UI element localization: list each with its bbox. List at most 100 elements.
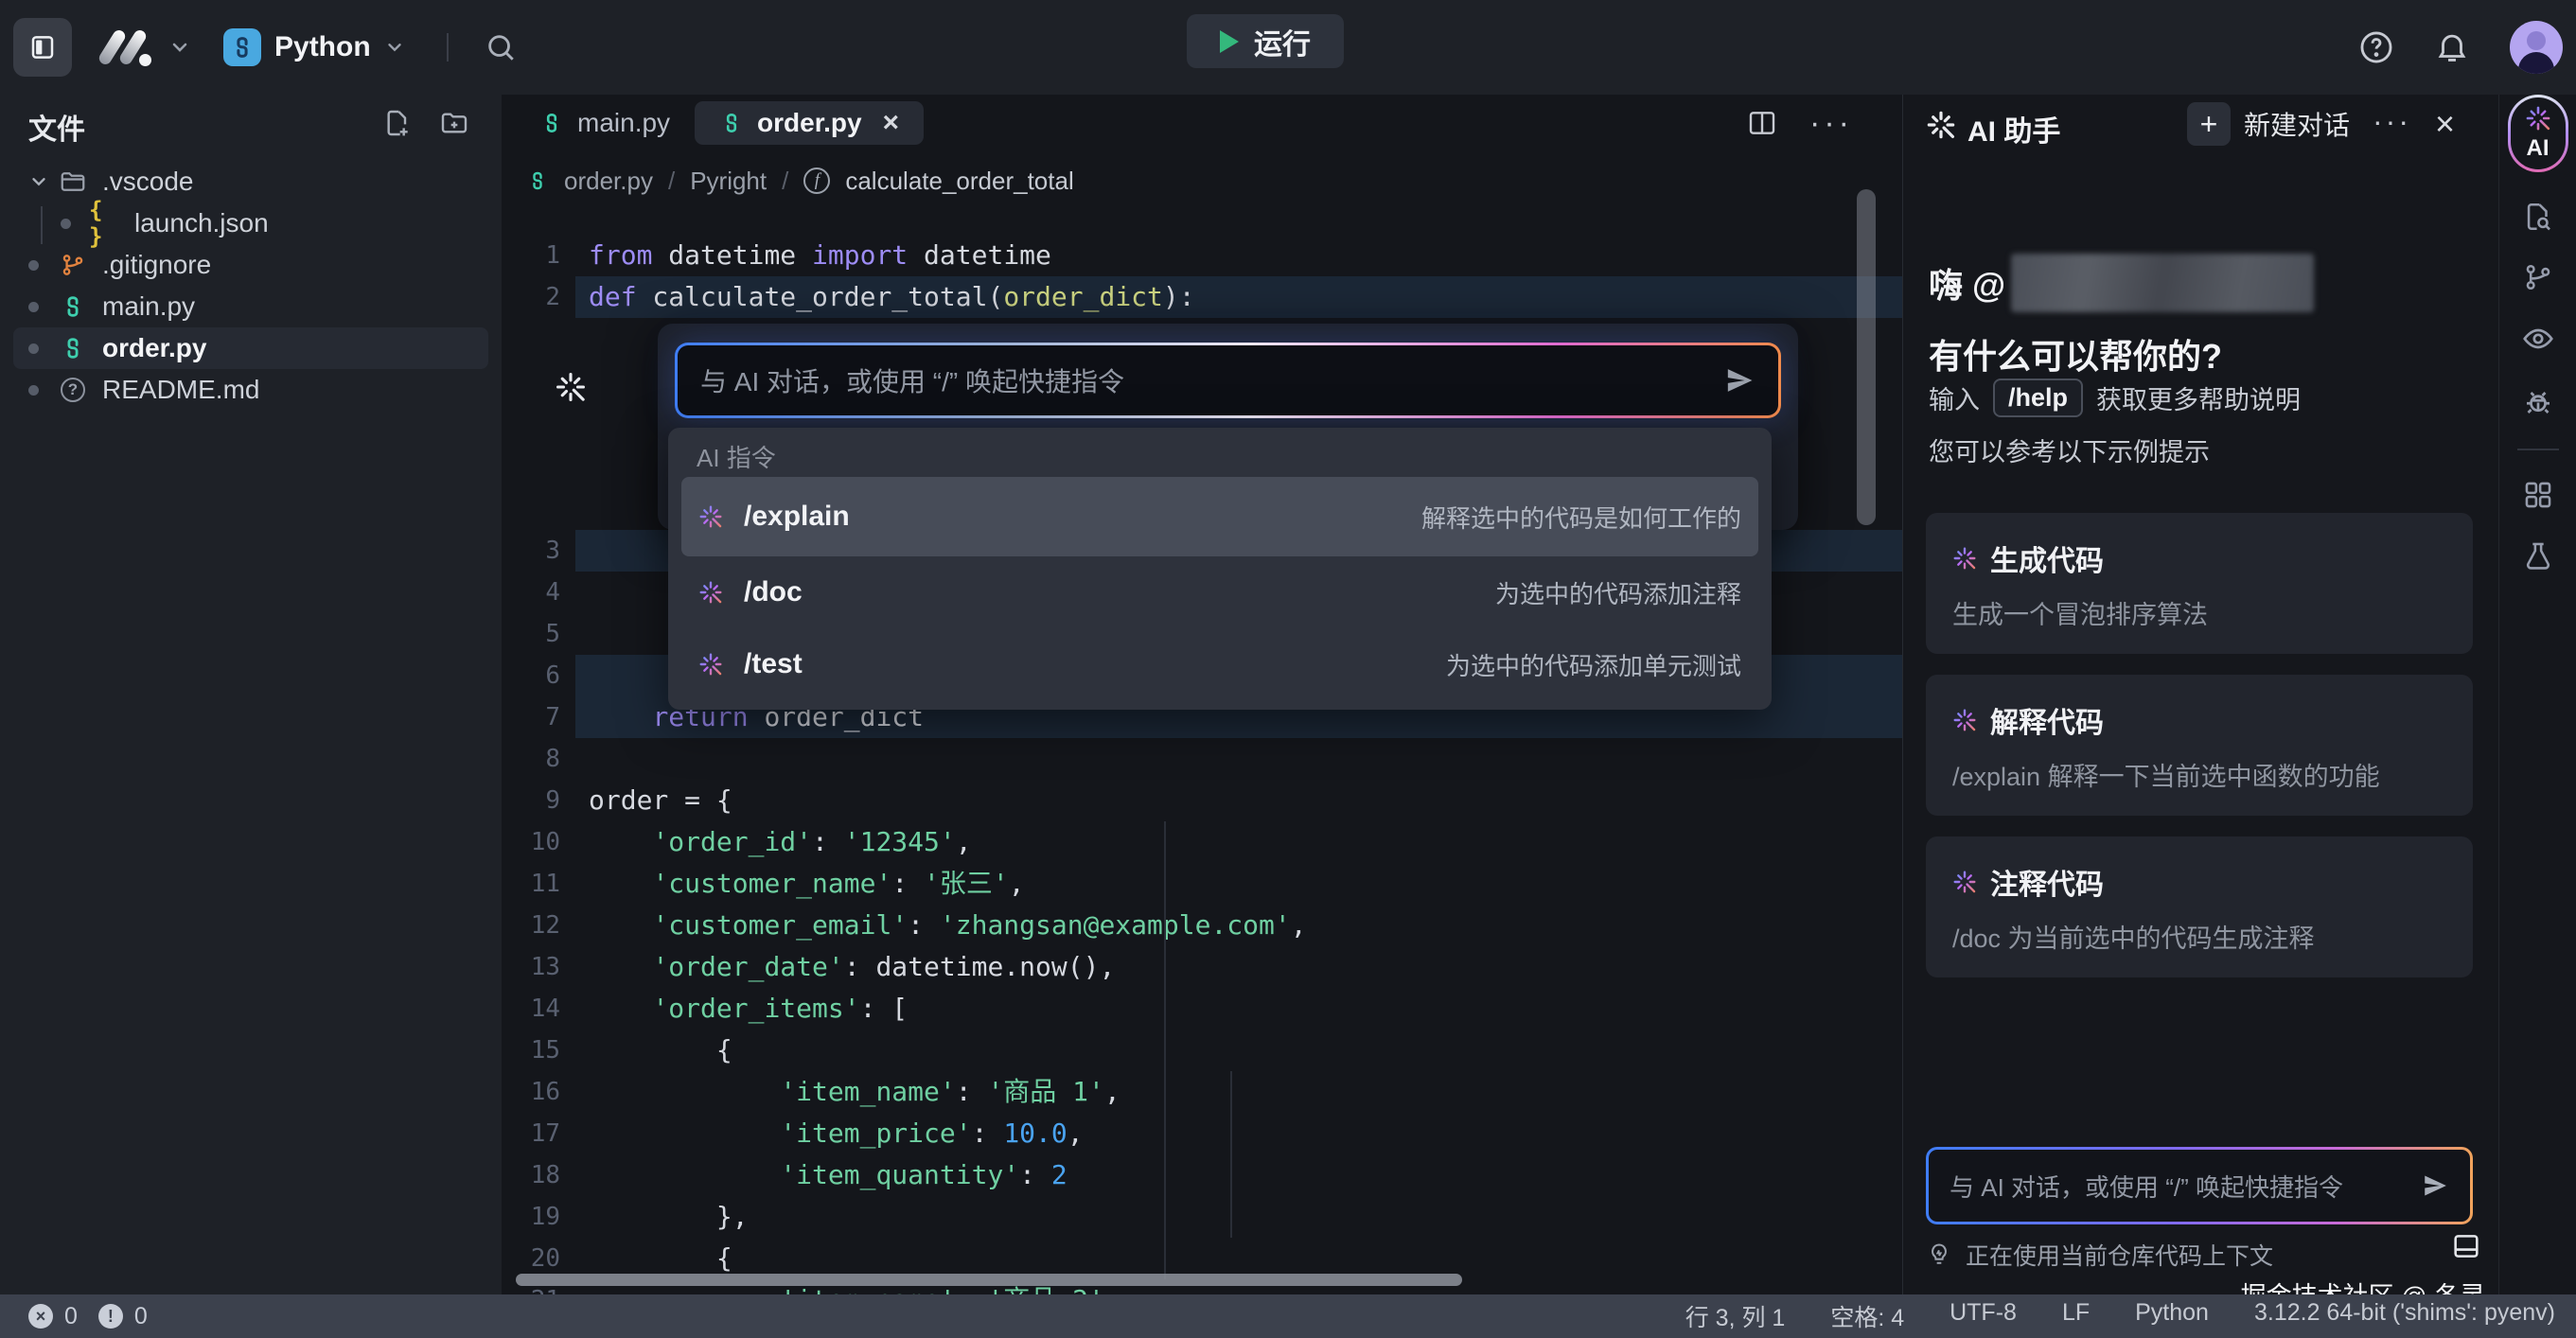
horizontal-scrollbar[interactable] — [516, 1274, 1462, 1286]
ai-panel-close-icon[interactable]: × — [2435, 104, 2455, 144]
send-icon[interactable] — [1723, 364, 1756, 396]
rail-git-branch-icon[interactable] — [2522, 261, 2554, 293]
rail-eye-icon[interactable] — [2521, 322, 2555, 356]
line-number: 6 — [545, 661, 560, 690]
git-file-icon — [57, 252, 89, 278]
git-status-dot — [28, 301, 57, 312]
inline-ai-input[interactable]: 与 AI 对话，或使用 “/” 唤起快捷指令 — [678, 345, 1778, 415]
code-line-19[interactable]: 19 }, — [502, 1196, 1902, 1238]
editor-more-menu-icon[interactable]: ··· — [1809, 105, 1853, 142]
status-item[interactable]: UTF-8 — [1950, 1299, 2017, 1333]
py-file-icon — [57, 335, 89, 361]
status-item[interactable]: 3.12.2 64-bit ('shims': pyenv) — [2254, 1299, 2555, 1333]
example-prompt-cards: 生成代码 生成一个冒泡排序算法 解释代码/explain 解释一下当前选中函数的功能… — [1926, 513, 2473, 977]
line-number: 13 — [530, 953, 560, 981]
help-hint-line: 输入 /help 获取更多帮助说明 — [1929, 379, 2301, 417]
rail-flask-icon[interactable] — [2522, 539, 2554, 572]
status-item[interactable]: 空格: 4 — [1830, 1299, 1904, 1333]
code-line-14[interactable]: 14 'order_items': [ — [502, 988, 1902, 1030]
file-tree-item-.gitignore[interactable]: .gitignore — [0, 244, 502, 286]
help-icon[interactable] — [2358, 29, 2394, 65]
tab-close-icon[interactable]: × — [883, 107, 900, 139]
line-number: 8 — [545, 745, 560, 773]
file-name-label: launch.json — [134, 208, 269, 238]
user-avatar[interactable] — [2510, 21, 2563, 74]
file-tree-item-launch.json[interactable]: { } launch.json — [0, 197, 502, 250]
bottom-panel-toggle-icon[interactable] — [2450, 1230, 2482, 1262]
status-item[interactable]: 行 3, 列 1 — [1685, 1299, 1786, 1333]
ai-command-test[interactable]: /test 为选中的代码添加单元测试 — [681, 628, 1758, 700]
code-line-10[interactable]: 10 'order_id': '12345', — [502, 821, 1902, 863]
code-editor: main.py order.py × ··· order.py / Pyright / f c… — [502, 95, 1902, 1294]
code-line-12[interactable]: 12 'customer_email': 'zhangsan@example.c… — [502, 905, 1902, 946]
sidebar-toggle-button[interactable] — [13, 18, 72, 77]
code-line-16[interactable]: 16 'item_name': '商品 1', — [502, 1071, 1902, 1113]
code-line-8[interactable]: 8 — [502, 738, 1902, 780]
breadcrumb-separator: / — [667, 166, 676, 195]
git-status-dot — [28, 259, 57, 271]
marscode-logo[interactable] — [97, 26, 151, 68]
file-tree-item-.vscode[interactable]: .vscode — [0, 161, 502, 202]
search-icon[interactable] — [485, 31, 517, 63]
rail-file-search-icon[interactable] — [2522, 201, 2554, 233]
code-line-17[interactable]: 17 'item_price': 10.0, — [502, 1113, 1902, 1154]
notification-bell-icon[interactable] — [2434, 29, 2470, 65]
breadcrumb-item[interactable]: order.py — [564, 167, 653, 196]
rail-bug-icon[interactable] — [2521, 384, 2555, 418]
breadcrumb[interactable]: order.py / Pyright / f calculate_order_total — [502, 151, 1902, 210]
code-line-18[interactable]: 18 'item_quantity': 2 — [502, 1154, 1902, 1196]
ai-command-doc[interactable]: /doc 为选中的代码添加注释 — [681, 556, 1758, 628]
rail-grid-icon[interactable] — [2522, 479, 2554, 511]
code-line-13[interactable]: 13 'order_date': datetime.now(), — [502, 946, 1902, 988]
file-tree-item-main.py[interactable]: main.py — [0, 286, 502, 327]
new-file-icon[interactable] — [382, 108, 413, 138]
ai-sparkle-icon — [1952, 870, 1977, 894]
example-card-解释代码[interactable]: 解释代码/explain 解释一下当前选中函数的功能 — [1926, 675, 2473, 816]
run-button[interactable]: 运行 — [1187, 14, 1344, 68]
warnings-icon[interactable]: ! — [97, 1304, 123, 1329]
code-line-1[interactable]: 1 from datetime import datetime — [502, 235, 1902, 276]
code-line-15[interactable]: 15 { — [502, 1030, 1902, 1071]
example-card-注释代码[interactable]: 注释代码/doc 为当前选中的代码生成注释 — [1926, 836, 2473, 977]
line-number: 18 — [530, 1161, 560, 1189]
line-number: 4 — [545, 578, 560, 607]
chevron-down-icon[interactable] — [168, 36, 191, 59]
file-tree-item-order.py[interactable]: order.py — [13, 327, 488, 369]
folder-file-icon — [57, 167, 89, 196]
split-editor-icon[interactable] — [1747, 108, 1777, 138]
inline-ai-sparkle-icon — [555, 371, 587, 403]
greeting-question: 有什么可以帮你的? — [1929, 337, 2222, 376]
project-template-selector[interactable]: Python — [223, 28, 405, 66]
chevron-down-icon[interactable] — [28, 171, 57, 192]
help-command-keycap[interactable]: /help — [1993, 379, 2084, 417]
file-tree-item-README.md[interactable]: ? README.md — [0, 369, 502, 411]
breadcrumb-item[interactable]: calculate_order_total — [845, 167, 1073, 196]
tab-main.py[interactable]: main.py — [515, 101, 695, 145]
breadcrumb-item[interactable]: Pyright — [690, 167, 767, 196]
ai-command-menu-title: AI 指令 — [697, 444, 776, 472]
code-line-11[interactable]: 11 'customer_name': '张三', — [502, 863, 1902, 905]
vertical-scrollbar[interactable] — [1857, 189, 1876, 525]
panel-left-icon — [31, 36, 54, 59]
new-folder-icon[interactable] — [439, 108, 469, 138]
card-title: 注释代码 — [1990, 870, 2104, 901]
ai-panel-header: AI 助手 + 新建对话 ··· × — [1903, 95, 2498, 161]
file-name-label: main.py — [102, 291, 196, 321]
example-card-生成代码[interactable]: 生成代码 生成一个冒泡排序算法 — [1926, 513, 2473, 654]
ai-chat-input[interactable]: 与 AI 对话，或使用 “/” 唤起快捷指令 — [1929, 1150, 2470, 1222]
status-item[interactable]: LF — [2062, 1299, 2090, 1333]
ai-command-explain[interactable]: /explain 解释选中的代码是如何工作的 — [681, 477, 1758, 556]
line-number: 9 — [545, 786, 560, 815]
rail-ai-assistant-button[interactable]: AI — [2507, 95, 2568, 172]
code-line-9[interactable]: 9 order = { — [502, 780, 1902, 821]
ai-sparkle-icon — [698, 504, 723, 529]
send-icon[interactable] — [2421, 1171, 2449, 1200]
tab-order.py[interactable]: order.py × — [695, 101, 925, 145]
ai-sparkle-icon — [698, 652, 723, 677]
status-item[interactable]: Python — [2135, 1299, 2209, 1333]
new-chat-button[interactable]: + 新建对话 — [2187, 102, 2350, 146]
file-name-label: .vscode — [102, 167, 194, 196]
errors-icon[interactable]: × — [28, 1304, 53, 1329]
code-line-2[interactable]: 2 def calculate_order_total(order_dict): — [502, 276, 1902, 318]
ai-panel-more-icon[interactable]: ··· — [2373, 104, 2411, 139]
